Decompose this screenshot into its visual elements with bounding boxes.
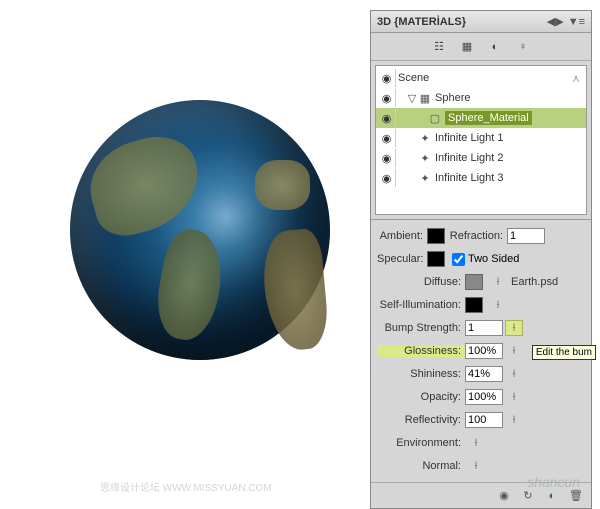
- eye-icon[interactable]: ◉: [378, 149, 396, 167]
- toggle-icon[interactable]: ▽: [406, 92, 418, 105]
- texture-icon[interactable]: ⟊: [505, 320, 523, 336]
- tooltip: Edit the bum: [532, 345, 596, 360]
- toolbar: ☷ ▦ ◐ ♀: [371, 33, 591, 61]
- scene-icon[interactable]: ☷: [426, 36, 452, 58]
- light-icon: ✦: [418, 132, 432, 145]
- specular-swatch[interactable]: [427, 251, 445, 267]
- materials-panel: 3D {MATERİALS} ◀▶ ▼≡ ☷ ▦ ◐ ♀ ◉ Scene ⋏ ◉…: [370, 10, 592, 509]
- prop-opacity: Opacity: ⟊: [377, 386, 585, 408]
- prop-selfillum: Self-Illumination: ⟊: [377, 294, 585, 316]
- continent: [151, 226, 229, 345]
- glossiness-input[interactable]: [465, 343, 503, 359]
- earth-sphere[interactable]: [70, 100, 330, 360]
- light-icon: ✦: [418, 172, 432, 185]
- mesh-icon[interactable]: ▦: [454, 36, 480, 58]
- tree-row-sphere[interactable]: ◉ ▽ ▦ Sphere: [376, 88, 586, 108]
- footer-icon[interactable]: ◉: [495, 488, 513, 504]
- material-icon[interactable]: ◐: [482, 36, 508, 58]
- eye-icon[interactable]: ◉: [378, 129, 396, 147]
- texture-icon[interactable]: ⟊: [489, 274, 507, 290]
- selfillum-swatch[interactable]: [465, 297, 483, 313]
- shininess-input[interactable]: [465, 366, 503, 382]
- texture-icon[interactable]: ⟊: [489, 297, 507, 313]
- panel-title: 3D {MATERİALS}: [377, 16, 543, 28]
- texture-icon[interactable]: ⟊: [505, 412, 523, 428]
- prop-reflectivity: Reflectivity: ⟊: [377, 409, 585, 431]
- opacity-input[interactable]: [465, 389, 503, 405]
- tree-row-light3[interactable]: ◉ ✦ Infinite Light 3: [376, 168, 586, 188]
- prop-diffuse: Diffuse: ⟊ Earth.psd: [377, 271, 585, 293]
- material-icon: ▢: [428, 112, 442, 125]
- prop-specular: Specular: Two Sided: [377, 248, 585, 270]
- texture-icon[interactable]: ⟊: [505, 343, 523, 359]
- prop-ambient: Ambient: Refraction:: [377, 225, 585, 247]
- texture-icon[interactable]: ⟊: [505, 366, 523, 382]
- watermark: shancun: [527, 474, 580, 490]
- texture-icon[interactable]: ⟊: [467, 458, 485, 474]
- mesh-icon: ▦: [418, 92, 432, 105]
- tree-row-light1[interactable]: ◉ ✦ Infinite Light 1: [376, 128, 586, 148]
- tree-row-scene[interactable]: ◉ Scene ⋏: [376, 68, 586, 88]
- texture-icon[interactable]: ⟊: [467, 435, 485, 451]
- watermark-sub: 思缘设计论坛 WWW.MISSYUAN.COM: [100, 479, 272, 494]
- scene-tree: ◉ Scene ⋏ ◉ ▽ ▦ Sphere ◉ ▢ Sphere_Materi…: [375, 65, 587, 215]
- prop-bump: Bump Strength: ⟊: [377, 317, 585, 339]
- light-icon[interactable]: ♀: [510, 36, 536, 58]
- continent: [260, 228, 330, 353]
- continent: [255, 160, 310, 210]
- eye-icon[interactable]: ◉: [378, 89, 396, 107]
- tree-row-material[interactable]: ◉ ▢ Sphere_Material: [376, 108, 586, 128]
- twosided-checkbox[interactable]: [452, 253, 465, 266]
- ambient-swatch[interactable]: [427, 228, 445, 244]
- menu-icon[interactable]: ▼≡: [568, 16, 585, 28]
- collapse-icon[interactable]: ◀▶: [547, 15, 564, 28]
- panel-header: 3D {MATERİALS} ◀▶ ▼≡: [371, 11, 591, 33]
- prop-environment: Environment: ⟊: [377, 432, 585, 454]
- reflectivity-input[interactable]: [465, 412, 503, 428]
- tree-row-light2[interactable]: ◉ ✦ Infinite Light 2: [376, 148, 586, 168]
- diffuse-swatch[interactable]: [465, 274, 483, 290]
- eye-icon[interactable]: ◉: [378, 69, 396, 87]
- texture-icon[interactable]: ⟊: [505, 389, 523, 405]
- eye-icon[interactable]: ◉: [378, 109, 396, 127]
- chevron-icon[interactable]: ⋏: [572, 72, 584, 85]
- refraction-input[interactable]: [507, 228, 545, 244]
- bump-input[interactable]: [465, 320, 503, 336]
- viewport: [0, 0, 370, 500]
- eye-icon[interactable]: ◉: [378, 169, 396, 187]
- prop-shininess: Shininess: ⟊: [377, 363, 585, 385]
- continent: [80, 127, 210, 242]
- light-icon: ✦: [418, 152, 432, 165]
